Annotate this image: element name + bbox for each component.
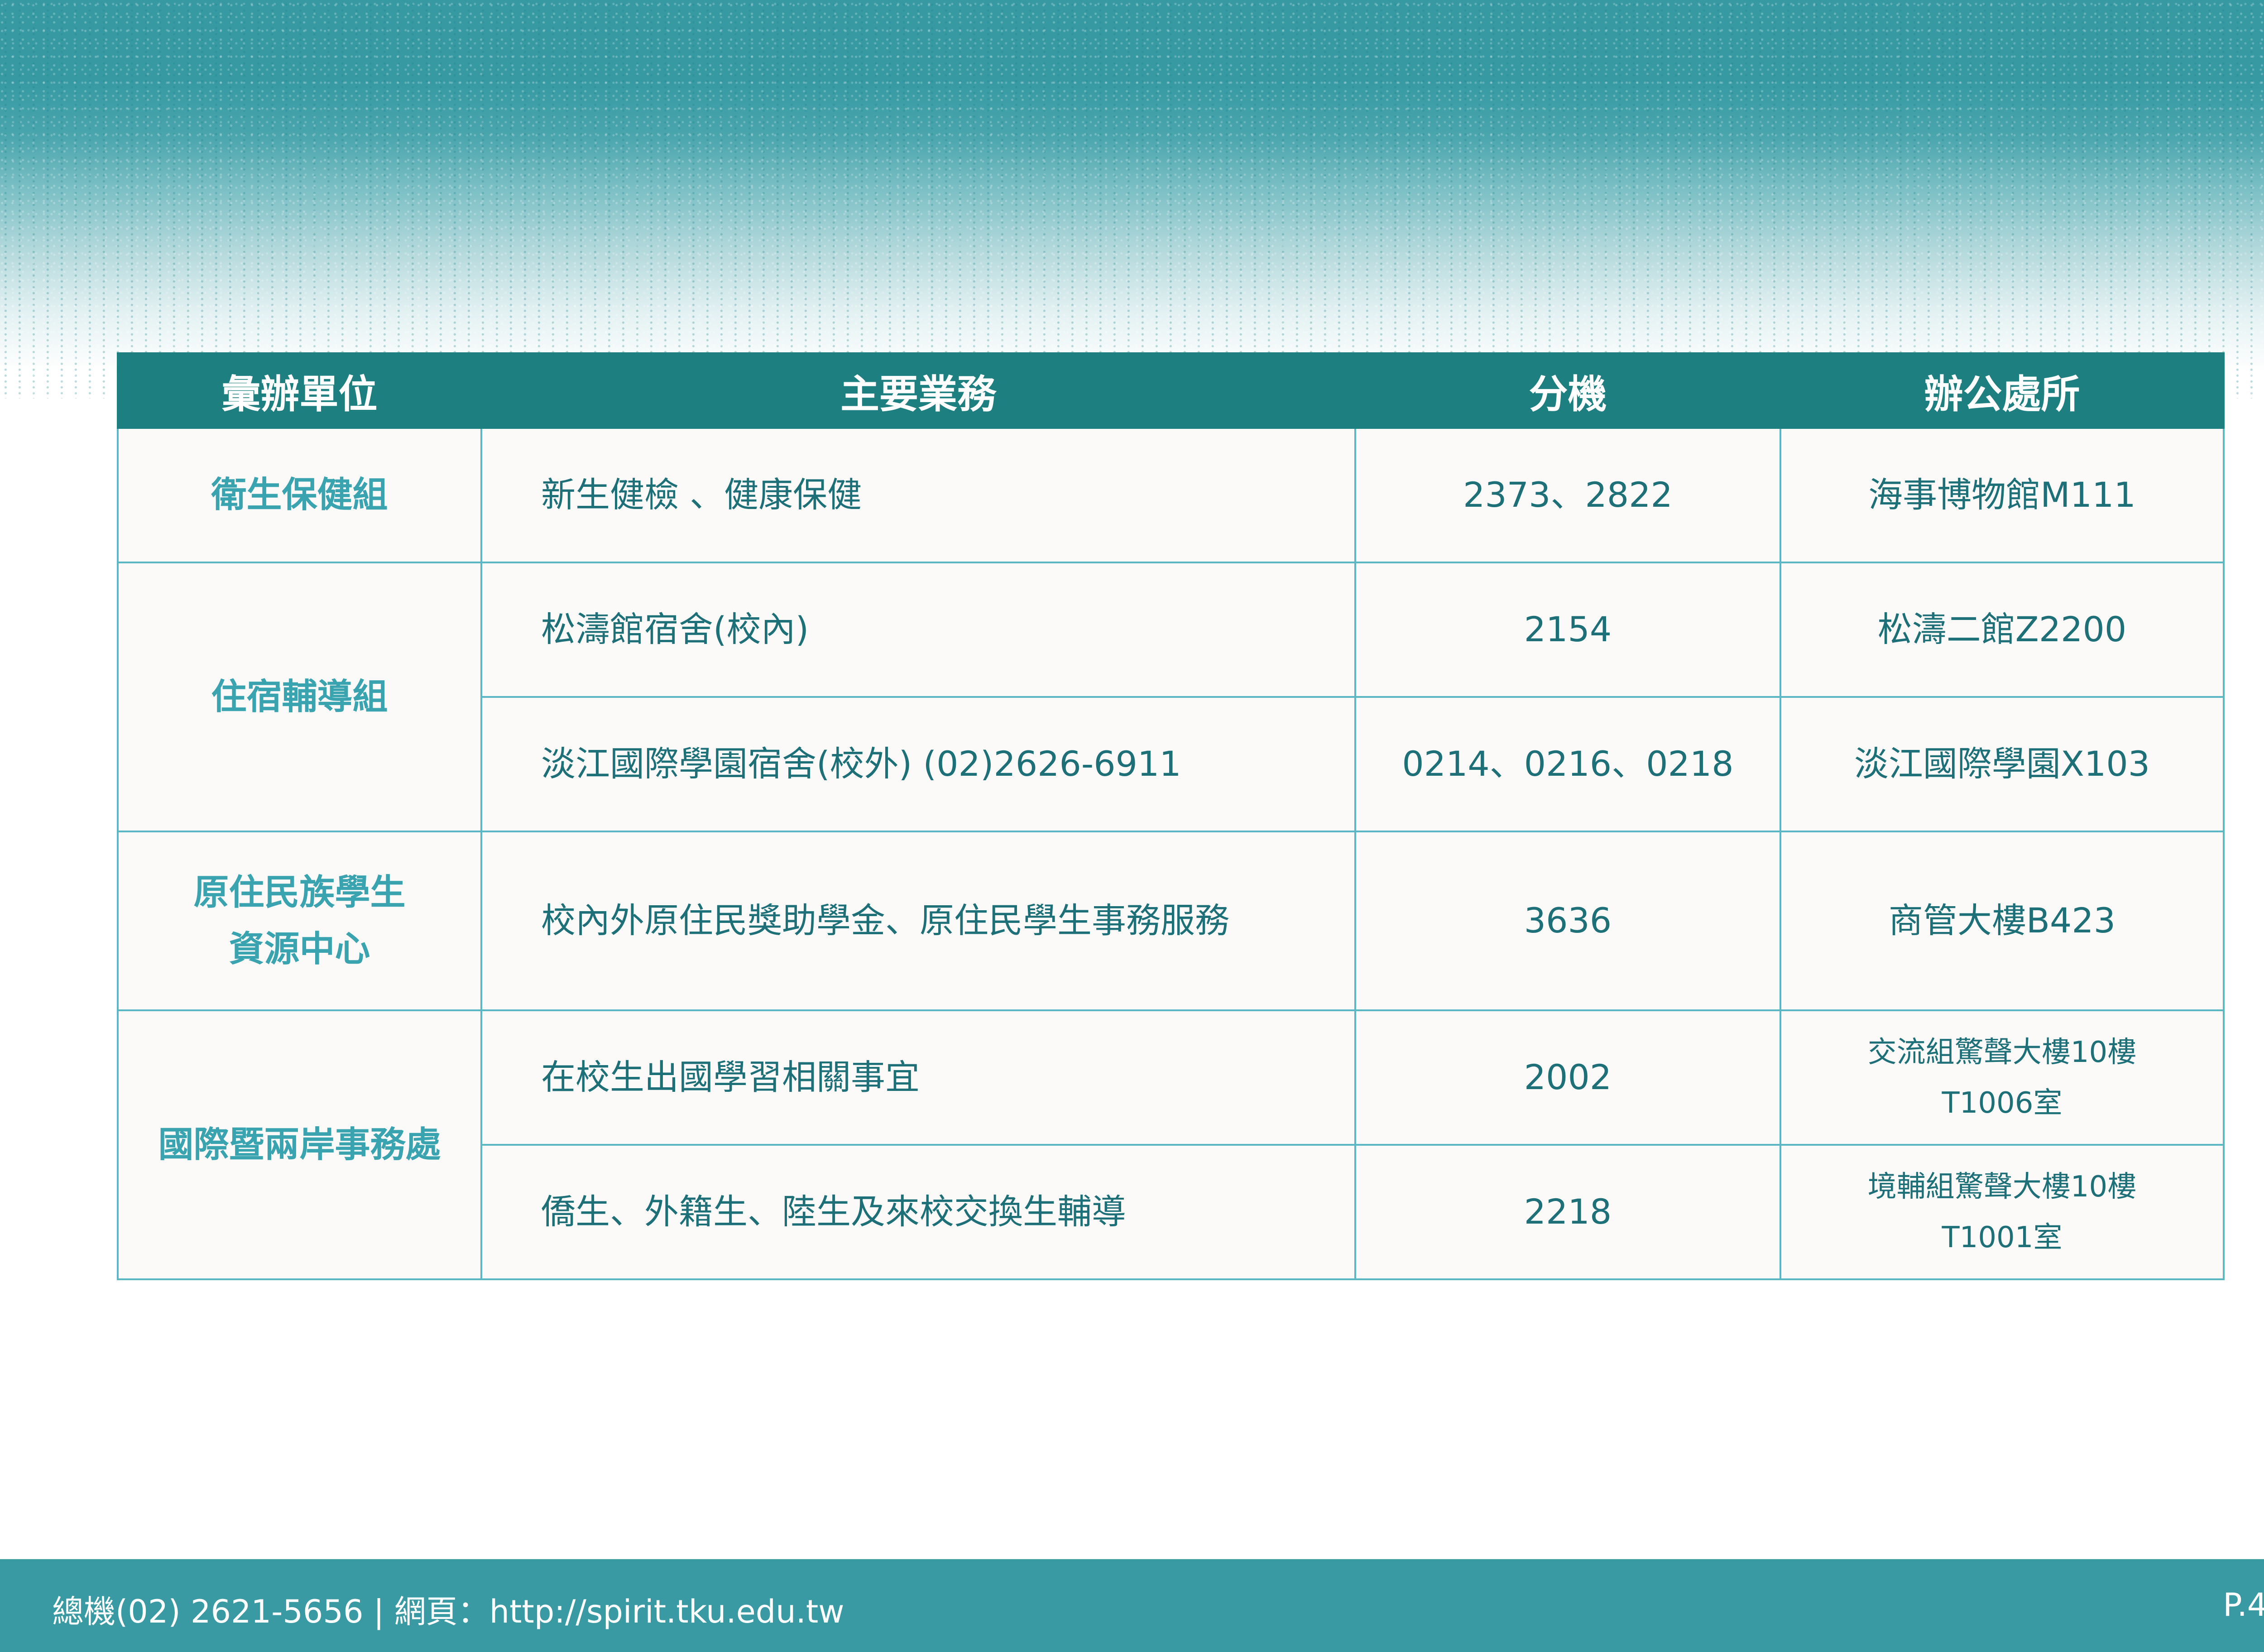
table-row: 國際暨兩岸事務處 在校生出國學習相關事宜 2002 交流組驚聲大樓10樓 T10… bbox=[117, 1009, 2225, 1280]
task-cell: 校內外原住民獎助學金、原住民學生事務服務 bbox=[480, 831, 1356, 1011]
footer-contact: 總機(02) 2621-5656 | 網頁：http://spirit.tku.… bbox=[52, 1593, 844, 1630]
office-line: 交流組驚聲大樓10樓 bbox=[1867, 1035, 2137, 1069]
extension-cell: 2154 bbox=[1354, 562, 1781, 698]
extension-cell: 2373、2822 bbox=[1354, 427, 1781, 563]
office-cell: 商管大樓B423 bbox=[1780, 831, 2225, 1011]
header-extension: 分機 bbox=[1354, 352, 1781, 429]
header-decoration bbox=[0, 0, 2264, 399]
office-cell: 松濤二館Z2200 bbox=[1780, 562, 2225, 698]
extension-cell: 3636 bbox=[1354, 831, 1781, 1011]
task-cell: 淡江國際學園宿舍(校外) (02)2626-6911 bbox=[480, 696, 1356, 832]
task-cell: 松濤館宿舍(校內) bbox=[480, 562, 1356, 698]
extension-cell: 0214、0216、0218 bbox=[1354, 696, 1781, 832]
office-cell: 交流組驚聲大樓10樓 T1006室 bbox=[1780, 1009, 2225, 1146]
unit-line: 資源中心 bbox=[229, 928, 370, 970]
page-number: P.49 bbox=[2223, 1586, 2264, 1623]
footer-bar: 總機(02) 2621-5656 | 網頁：http://spirit.tku.… bbox=[0, 1559, 2264, 1652]
task-cell: 在校生出國學習相關事宜 bbox=[480, 1009, 1356, 1146]
office-line: T1006室 bbox=[1942, 1086, 2063, 1120]
header-unit: 彙辦單位 bbox=[117, 352, 482, 429]
contact-table: 彙辦單位 主要業務 分機 辦公處所 衛生保健組 新生健檢 、健康保健 2373、… bbox=[117, 352, 2225, 1280]
office-cell: 海事博物館M111 bbox=[1780, 427, 2225, 563]
office-line: T1001室 bbox=[1942, 1220, 2063, 1254]
table-row: 原住民族學生 資源中心 校內外原住民獎助學金、原住民學生事務服務 3636 商管… bbox=[117, 831, 2225, 1011]
extension-cell: 2218 bbox=[1354, 1144, 1781, 1280]
unit-cell: 住宿輔導組 bbox=[117, 562, 482, 832]
table-header-row: 彙辦單位 主要業務 分機 辦公處所 bbox=[117, 352, 2225, 429]
task-cell: 僑生、外籍生、陸生及來校交換生輔導 bbox=[480, 1144, 1356, 1280]
table-row: 衛生保健組 新生健檢 、健康保健 2373、2822 海事博物館M111 bbox=[117, 427, 2225, 563]
unit-cell: 衛生保健組 bbox=[117, 427, 482, 563]
office-cell: 境輔組驚聲大樓10樓 T1001室 bbox=[1780, 1144, 2225, 1280]
unit-cell: 原住民族學生 資源中心 bbox=[117, 831, 482, 1011]
unit-cell: 國際暨兩岸事務處 bbox=[117, 1009, 482, 1280]
office-cell: 淡江國際學園X103 bbox=[1780, 696, 2225, 832]
table-row: 住宿輔導組 松濤館宿舍(校內) 2154 松濤二館Z2200 bbox=[117, 562, 2225, 832]
header-task: 主要業務 bbox=[480, 352, 1356, 429]
extension-cell: 2002 bbox=[1354, 1009, 1781, 1146]
task-cell: 新生健檢 、健康保健 bbox=[480, 427, 1356, 563]
office-line: 境輔組驚聲大樓10樓 bbox=[1867, 1170, 2137, 1204]
header-office: 辦公處所 bbox=[1780, 352, 2225, 429]
unit-line: 原住民族學生 bbox=[193, 872, 406, 913]
